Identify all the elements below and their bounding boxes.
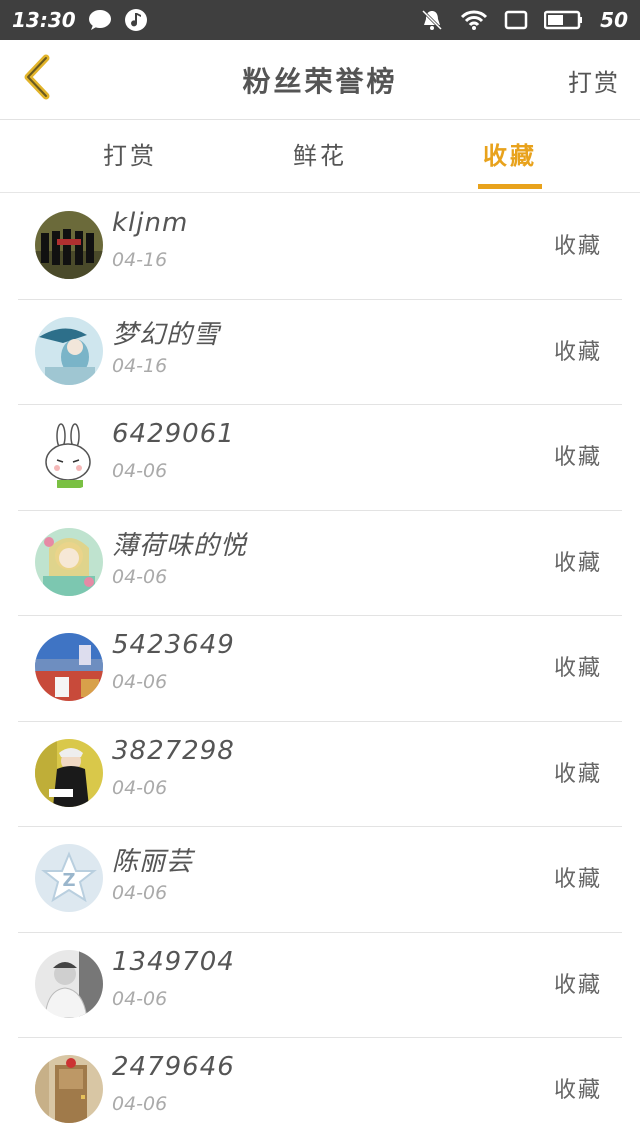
fan-name: 6429061 (112, 419, 235, 449)
fan-list: kljnm 04-16 收藏 梦幻的雪 04-16 收藏 6429061 04-… (0, 194, 640, 1138)
fan-name: 陈丽芸 (112, 847, 194, 877)
fan-action-type: 收藏 (553, 234, 602, 259)
fan-action-type: 收藏 (553, 1078, 602, 1103)
list-item[interactable]: Z 陈丽芸 04-06 收藏 (18, 827, 622, 933)
active-tab-indicator (478, 184, 542, 189)
list-item[interactable]: 5423649 04-06 收藏 (18, 616, 622, 722)
fan-name: 5423649 (112, 630, 235, 660)
fan-action-type: 收藏 (553, 656, 602, 681)
tab-flowers[interactable]: 鲜花 (260, 121, 380, 193)
app-header: 粉丝荣誉榜 打赏 (0, 40, 640, 120)
avatar[interactable] (35, 633, 103, 701)
fan-action-type: 收藏 (553, 972, 602, 998)
battery-icon (544, 9, 584, 31)
avatar[interactable] (35, 527, 103, 596)
fan-date: 04-06 (112, 882, 168, 904)
avatar[interactable] (35, 949, 103, 1018)
list-item[interactable]: 2479646 04-06 收藏 (18, 1038, 622, 1138)
list-item[interactable]: 薄荷味的悦 04-06 收藏 (18, 511, 622, 616)
fan-name: 薄荷味的悦 (112, 530, 248, 561)
fan-date: 04-16 (112, 249, 168, 271)
fan-name: 梦幻的雪 (112, 319, 221, 350)
list-item[interactable]: kljnm 04-16 收藏 (18, 194, 622, 300)
page-title: 粉丝荣誉榜 (242, 65, 398, 98)
chat-bubble-icon (88, 9, 112, 31)
tab-label: 鲜花 (293, 142, 347, 170)
tab-favorites[interactable]: 收藏 (450, 121, 570, 193)
list-item[interactable]: 梦幻的雪 04-16 收藏 (18, 300, 622, 405)
fan-action-type: 收藏 (553, 761, 602, 787)
square-icon (504, 9, 528, 31)
fan-date: 04-06 (112, 987, 168, 1010)
fan-action-type: 收藏 (553, 339, 602, 365)
fan-action-type: 收藏 (553, 867, 602, 892)
avatar[interactable] (35, 316, 103, 385)
reward-button[interactable]: 打赏 (568, 63, 620, 98)
fan-name: 2479646 (112, 1052, 235, 1082)
avatar[interactable] (35, 738, 103, 807)
fan-name: kljnm (112, 208, 189, 238)
tab-label: 打赏 (103, 142, 157, 170)
fan-action-type: 收藏 (553, 445, 602, 470)
avatar[interactable] (35, 1055, 103, 1123)
status-bar: 13:30 50 (0, 0, 640, 40)
tab-label: 收藏 (483, 142, 537, 170)
fan-date: 04-06 (112, 565, 168, 588)
list-item[interactable]: 3827298 04-06 收藏 (18, 722, 622, 827)
tab-reward[interactable]: 打赏 (70, 121, 190, 193)
avatar[interactable] (35, 422, 103, 490)
fan-date: 04-06 (112, 776, 168, 799)
fan-date: 04-16 (112, 354, 168, 377)
list-item[interactable]: 6429061 04-06 收藏 (18, 405, 622, 511)
list-item[interactable]: 1349704 04-06 收藏 (18, 933, 622, 1038)
tab-bar: 打赏 鲜花 收藏 (0, 121, 640, 193)
fan-date: 04-06 (112, 671, 168, 693)
fan-name: 3827298 (112, 735, 235, 766)
avatar[interactable]: Z (35, 844, 103, 912)
svg-text:Z: Z (62, 870, 75, 891)
fan-date: 04-06 (112, 460, 168, 482)
avatar[interactable] (35, 211, 103, 279)
music-note-icon (124, 8, 148, 32)
fan-name: 1349704 (112, 946, 235, 977)
mute-bell-icon (420, 8, 444, 32)
wifi-icon (460, 9, 488, 31)
status-time: 13:30 (12, 8, 76, 32)
battery-level: 50 (600, 8, 628, 32)
fan-date: 04-06 (112, 1093, 168, 1115)
fan-action-type: 收藏 (553, 550, 602, 576)
